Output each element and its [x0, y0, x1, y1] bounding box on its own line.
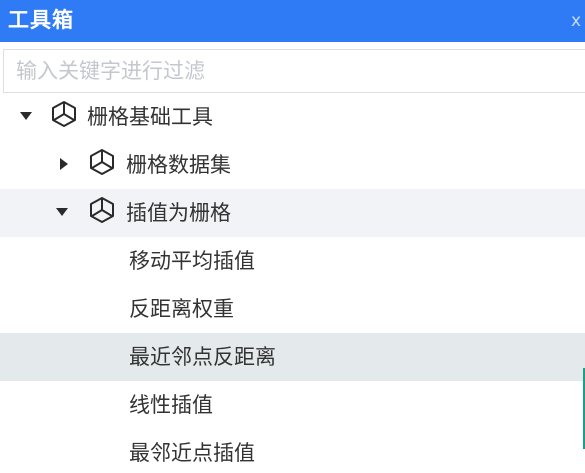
- tree-node-label: 线性插值: [129, 393, 213, 417]
- tree-leaf-nearest-neighbor[interactable]: 最邻近点插值: [0, 429, 585, 473]
- tree-node-interpolate-to-raster[interactable]: 插值为栅格: [0, 189, 585, 237]
- caret-right-icon[interactable]: [60, 158, 68, 170]
- close-icon[interactable]: x: [571, 11, 585, 31]
- toolbox-panel: 工具箱 x 栅格基础工具: [0, 0, 585, 473]
- tree-node-raster-dataset[interactable]: 栅格数据集: [0, 141, 585, 189]
- toolbox-titlebar: 工具箱 x: [0, 0, 585, 42]
- cube-icon: [90, 197, 114, 223]
- toolbox-content: 栅格基础工具 栅格数据集: [0, 42, 585, 473]
- tree-leaf-idw[interactable]: 反距离权重: [0, 285, 585, 333]
- tree-node-label: 最邻近点插值: [129, 441, 255, 465]
- filter-search-input[interactable]: [3, 49, 585, 93]
- cube-icon: [52, 101, 76, 127]
- tree-node-label: 栅格数据集: [126, 153, 231, 177]
- tree-node-label: 反距离权重: [129, 297, 234, 321]
- tree-leaf-linear[interactable]: 线性插值: [0, 381, 585, 429]
- cube-icon: [90, 149, 114, 175]
- tool-tree: 栅格基础工具 栅格数据集 插值为栅格 移动平均插值 反距离权重 最近邻点反距离 …: [0, 93, 585, 473]
- tree-node-label: 插值为栅格: [126, 201, 231, 225]
- tree-leaf-nearest-idw[interactable]: 最近邻点反距离: [0, 333, 585, 381]
- caret-down-icon[interactable]: [56, 208, 68, 216]
- tree-leaf-moving-average[interactable]: 移动平均插值: [0, 237, 585, 285]
- tree-node-label: 移动平均插值: [129, 249, 255, 273]
- tree-node-raster-basic-tools[interactable]: 栅格基础工具: [0, 93, 585, 141]
- toolbox-title: 工具箱: [8, 8, 74, 32]
- tree-node-label: 栅格基础工具: [87, 105, 213, 129]
- tree-node-label: 最近邻点反距离: [129, 345, 276, 369]
- caret-down-icon[interactable]: [20, 112, 32, 120]
